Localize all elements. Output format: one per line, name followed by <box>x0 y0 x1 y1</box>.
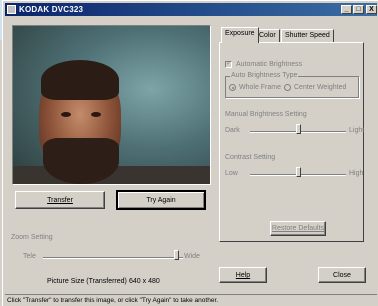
contrast-min-label: Low <box>225 170 238 177</box>
center-weighted-label: Center Weighted <box>294 84 347 91</box>
status-bar: Click "Transfer" to transfer this image,… <box>5 294 377 306</box>
camera-dialog-window: KODAK DVC323 _ □ X Transfer Try Again Zo… <box>2 0 378 306</box>
try-again-button[interactable]: Try Again <box>116 190 206 210</box>
preview-eye-right <box>91 112 101 117</box>
close-window-button[interactable]: X <box>366 5 377 14</box>
restore-defaults-label: Restore Defaults <box>271 225 325 232</box>
zoom-min-label: Tele <box>23 253 36 260</box>
auto-brightness-checkbox[interactable]: ✓ <box>225 61 232 68</box>
try-again-button-label: Try Again <box>146 197 176 204</box>
restore-defaults-button[interactable]: Restore Defaults <box>270 221 326 236</box>
preview-beard <box>43 138 119 184</box>
minimize-button[interactable]: _ <box>341 5 352 14</box>
maximize-button[interactable]: □ <box>353 5 364 14</box>
window-title: KODAK DVC323 <box>19 5 84 14</box>
auto-brightness-label: Automatic Brightness <box>236 61 303 68</box>
zoom-slider-track[interactable] <box>43 257 183 259</box>
tab-shutter-speed[interactable]: Shutter Speed <box>281 29 334 42</box>
help-button[interactable]: Help <box>219 267 267 283</box>
transfer-button-label: Transfer <box>47 197 73 204</box>
brightness-type-label: Auto Brightness Type <box>230 72 299 79</box>
tab-exposure[interactable]: Exposure <box>221 27 259 43</box>
contrast-thumb[interactable] <box>295 167 301 177</box>
help-button-label: Help <box>235 272 251 279</box>
manual-brightness-thumb[interactable] <box>295 124 301 134</box>
zoom-slider-thumb[interactable] <box>173 250 179 260</box>
preview-eye-left <box>61 112 71 117</box>
tab-color[interactable]: Color <box>255 29 280 42</box>
zoom-max-label: Wide <box>184 253 200 260</box>
contrast-max-label: High <box>349 170 364 177</box>
camera-preview-image <box>12 25 211 185</box>
manual-brightness-min-label: Dark <box>225 127 240 134</box>
manual-brightness-label: Manual Brightness Setting <box>225 111 307 118</box>
whole-frame-label: Whole Frame <box>239 84 282 91</box>
status-text: Click "Transfer" to transfer this image,… <box>7 297 219 304</box>
center-weighted-radio[interactable] <box>284 84 291 91</box>
picture-size-value: 640 x 480 <box>129 278 160 285</box>
preview-hair <box>41 60 119 100</box>
picture-size-label: Picture Size (Transferred) <box>47 278 127 285</box>
close-button[interactable]: Close <box>318 267 366 283</box>
transfer-button[interactable]: Transfer <box>15 191 105 209</box>
whole-frame-radio[interactable] <box>229 84 236 91</box>
contrast-setting-label: Contrast Setting <box>225 154 276 161</box>
app-icon[interactable] <box>7 5 16 14</box>
title-bar[interactable]: KODAK DVC323 _ □ X <box>5 3 377 16</box>
close-button-label: Close <box>333 272 351 279</box>
exposure-tab-panel: ✓ Automatic Brightness Auto Brightness T… <box>219 42 364 242</box>
manual-brightness-max-label: Light <box>349 127 365 134</box>
zoom-setting-label: Zoom Setting <box>11 234 53 241</box>
